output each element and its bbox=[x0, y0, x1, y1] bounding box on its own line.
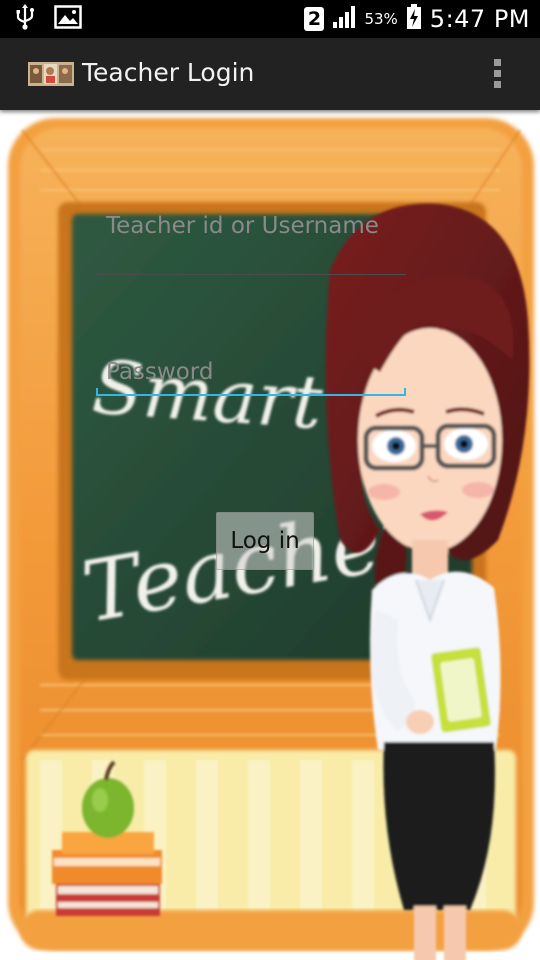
teacher-id-field[interactable] bbox=[96, 210, 406, 275]
battery-charging-icon bbox=[406, 4, 422, 34]
page-title: Teacher Login bbox=[82, 58, 255, 87]
login-screen: Smart Teacher id or Username Log in bbox=[0, 110, 540, 960]
status-bar: 2 53% 5:47 PM bbox=[0, 0, 540, 38]
usb-icon bbox=[14, 4, 36, 34]
password-field[interactable] bbox=[96, 350, 406, 396]
status-left-icons bbox=[14, 4, 82, 34]
status-right-icons: 2 53% 5:47 PM bbox=[304, 4, 530, 34]
password-underline-tick-right bbox=[404, 388, 406, 396]
login-button[interactable]: Log in bbox=[216, 512, 314, 570]
password-underline-tick-left bbox=[96, 388, 98, 396]
overflow-menu-icon[interactable] bbox=[486, 56, 510, 92]
sim-2-icon: 2 bbox=[304, 7, 325, 31]
signal-icon bbox=[332, 5, 356, 33]
clock: 5:47 PM bbox=[429, 5, 530, 33]
image-icon bbox=[54, 5, 82, 33]
action-bar: Teacher Login bbox=[0, 38, 540, 110]
app-icon[interactable] bbox=[28, 62, 74, 86]
battery-percent: 53% bbox=[364, 10, 398, 28]
